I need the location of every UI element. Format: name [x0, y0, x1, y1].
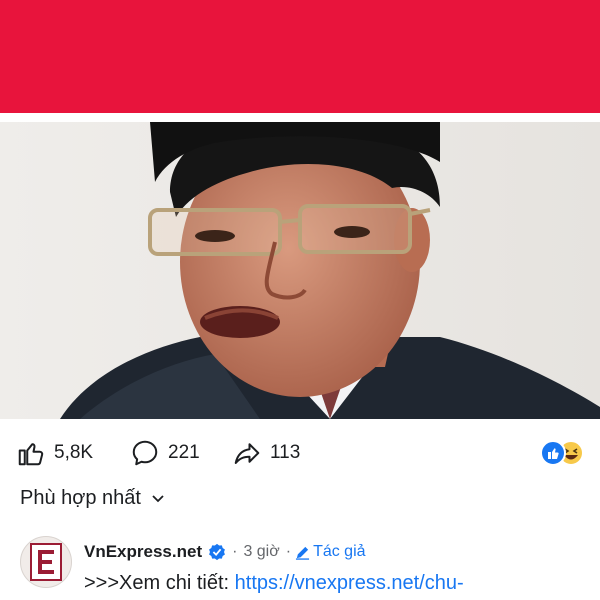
share-button[interactable]: 113	[232, 433, 300, 473]
comment-separator-2: ·	[285, 543, 292, 560]
post-photo-illustration	[0, 122, 600, 419]
comment-header: VnExpress.net · 3 giờ · Tác giả	[84, 542, 366, 562]
comment-item: VnExpress.net · 3 giờ · Tác giả >>>Xem c…	[20, 536, 600, 600]
comments-sort-dropdown[interactable]: Phù hợp nhất	[20, 487, 165, 510]
reaction-summary[interactable]	[540, 439, 586, 467]
author-role-badge: Tác giả	[295, 543, 366, 561]
like-reaction-icon	[540, 440, 566, 466]
banner-gap	[0, 113, 600, 122]
like-button[interactable]: 5,8K	[16, 433, 93, 473]
post-photo[interactable]	[0, 122, 600, 419]
chevron-down-icon	[152, 494, 164, 502]
likes-count: 5,8K	[54, 442, 94, 463]
comment-bubble-icon	[132, 440, 158, 466]
shares-count: 113	[270, 442, 301, 463]
comment-button[interactable]: 221	[130, 433, 200, 473]
comment-time[interactable]: 3 giờ	[243, 543, 279, 561]
share-arrow-icon	[234, 443, 260, 464]
red-banner	[0, 0, 600, 113]
comment-text-prefix: >>>Xem chi tiết:	[84, 572, 235, 594]
pencil-icon	[296, 546, 310, 560]
thumbs-up-icon	[18, 443, 44, 466]
comments-sort-label: Phù hợp nhất	[20, 487, 141, 509]
author-role-label: Tác giả	[313, 543, 366, 560]
post-actions: 5,8K 221 113	[0, 433, 600, 473]
comments-count: 221	[168, 442, 200, 463]
comment-author[interactable]: VnExpress.net	[84, 542, 202, 562]
verified-badge-icon	[208, 543, 226, 561]
comment-separator: ·	[232, 543, 238, 560]
vnexpress-logo-icon	[30, 543, 62, 581]
avatar[interactable]	[20, 536, 72, 588]
comment-text: >>>Xem chi tiết: https://vnexpress.net/c…	[84, 572, 464, 595]
comment-link[interactable]: https://vnexpress.net/chu-	[235, 572, 464, 594]
